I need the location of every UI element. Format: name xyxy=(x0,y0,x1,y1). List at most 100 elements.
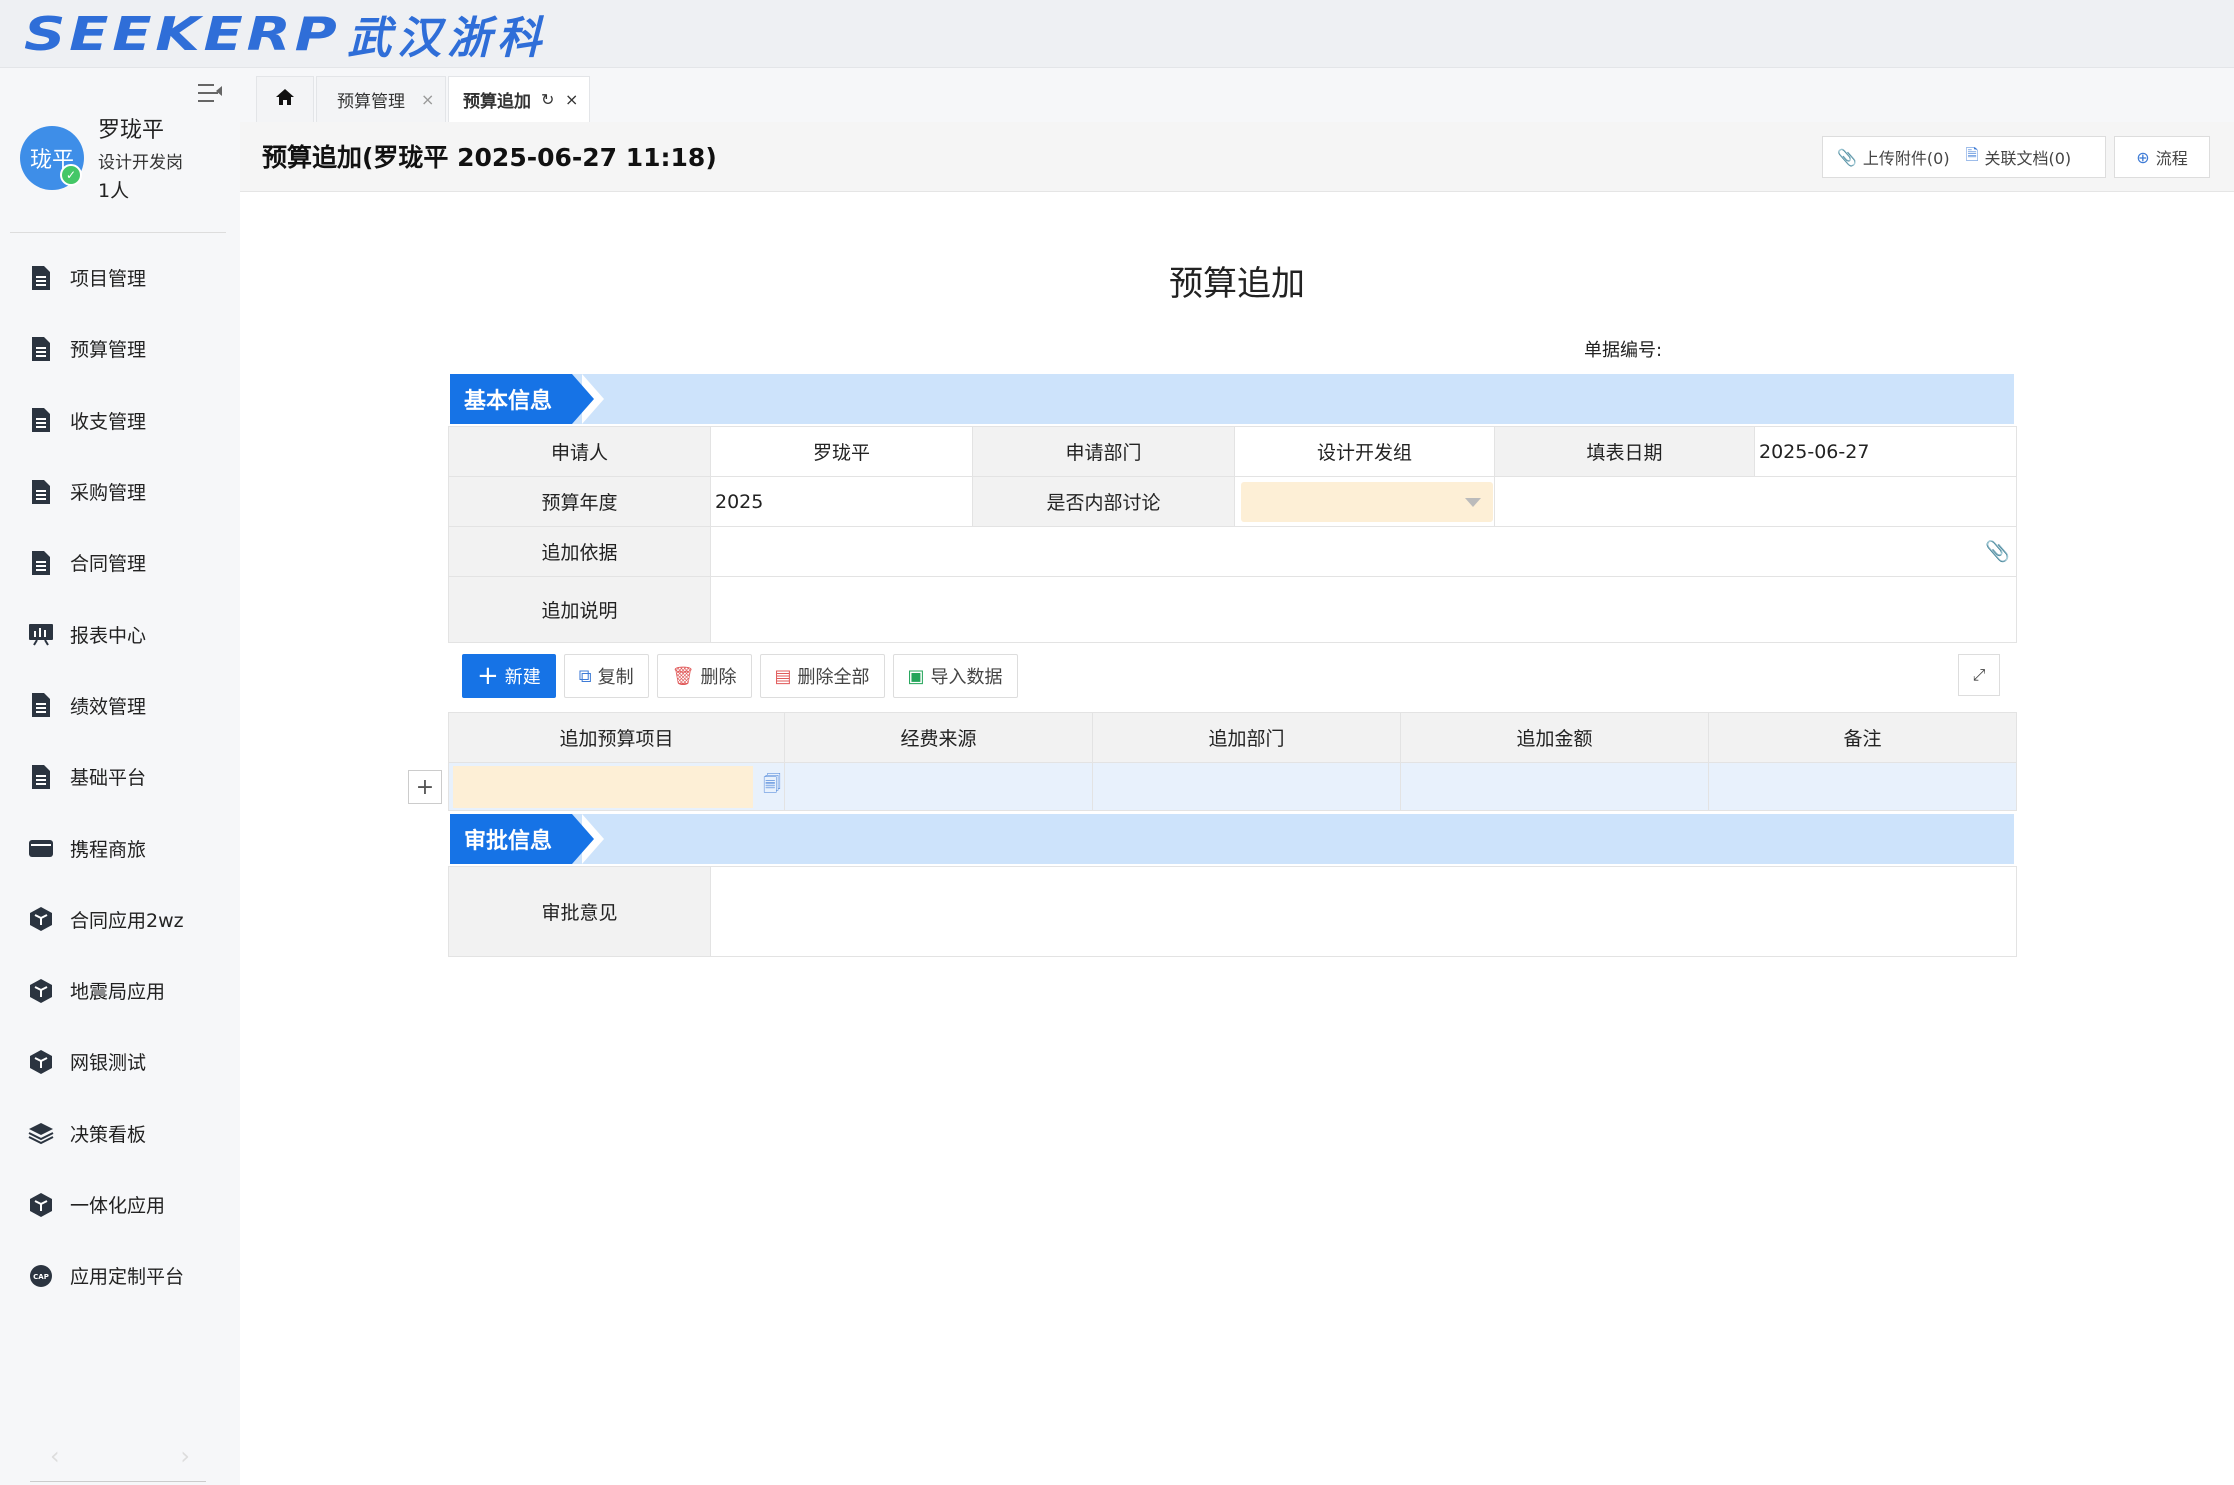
sidebar-bottom-divider xyxy=(30,1481,206,1482)
new-label: 新建 xyxy=(504,667,541,688)
upload-attachment-button[interactable]: 📎 上传附件(0) xyxy=(1823,137,1958,177)
add-row-button[interactable]: + xyxy=(408,770,442,804)
home-icon xyxy=(275,88,295,111)
fullscreen-button[interactable]: ⤢ xyxy=(1958,654,2000,696)
sidebar-item-label: 网银测试 xyxy=(70,1052,147,1075)
close-icon[interactable]: × xyxy=(421,90,434,109)
delete-button[interactable]: 🗑 删除 xyxy=(656,654,752,698)
sidebar-item-label: 项目管理 xyxy=(70,268,147,291)
refresh-icon[interactable]: ↻ xyxy=(541,90,554,109)
approval-table: 审批意见 xyxy=(448,866,2017,957)
sidebar-item-label: 决策看板 xyxy=(70,1123,147,1146)
sidebar-item-label: 携程商旅 xyxy=(70,838,147,861)
sidebar-pager: ‹ › xyxy=(50,1442,190,1470)
tab-label: 预算管理 xyxy=(337,92,405,112)
year-label: 预算年度 xyxy=(448,476,711,527)
cube-icon xyxy=(28,978,54,1004)
section-approval-info: 审批信息 xyxy=(450,814,2014,864)
budget-item-input[interactable] xyxy=(453,765,753,808)
sidebar-item-base-platform[interactable]: 基础平台 xyxy=(0,741,240,812)
sidebar-item-label: 一体化应用 xyxy=(70,1195,166,1217)
document-icon xyxy=(28,336,54,362)
document-icon xyxy=(28,265,54,291)
date-label: 填表日期 xyxy=(1494,426,1755,477)
remark-cell[interactable] xyxy=(1708,762,2017,811)
sidebar-item-income-expense[interactable]: 收支管理 xyxy=(0,385,240,456)
copy-button[interactable]: ⧉ 复制 xyxy=(563,654,649,698)
applicant-label: 申请人 xyxy=(448,426,711,477)
year-field[interactable]: 2025 xyxy=(710,476,973,527)
sidebar-item-label: 合同管理 xyxy=(70,553,147,576)
sidebar-item-label: 应用定制平台 xyxy=(70,1266,185,1289)
new-button[interactable]: + 新建 xyxy=(462,654,556,698)
internal-discussion-select[interactable] xyxy=(1241,481,1493,522)
flow-button[interactable]: ⊕ 流程 xyxy=(2114,136,2210,178)
sidebar-item-project[interactable]: 项目管理 xyxy=(0,242,240,313)
document-icon xyxy=(28,407,54,433)
tab-bar: 预算管理 × 预算追加 ↻ × xyxy=(240,68,2234,122)
funding-source-cell[interactable] xyxy=(784,762,1093,811)
sidebar-item-ebank-test[interactable]: 网银测试 xyxy=(0,1026,240,1097)
sidebar-item-purchase[interactable]: 采购管理 xyxy=(0,456,240,527)
svg-text:CAP: CAP xyxy=(33,1273,49,1281)
grid-col-remark: 备注 xyxy=(1708,712,2017,763)
sidebar-item-label: 基础平台 xyxy=(70,767,147,790)
logo-cn-text: 武汉浙科 xyxy=(347,13,548,64)
sidebar-item-seismic-app[interactable]: 地震局应用 xyxy=(0,955,240,1026)
grid-col-budget-item: 追加预算项目 xyxy=(448,712,785,763)
flow-label: 流程 xyxy=(2155,149,2188,168)
sidebar-item-contract-app[interactable]: 合同应用2wz xyxy=(0,884,240,955)
sidebar-item-label: 绩效管理 xyxy=(70,695,147,718)
sidebar-item-reports[interactable]: 报表中心 xyxy=(0,598,240,669)
sidebar-item-integrated-app[interactable]: 一体化应用 xyxy=(0,1169,240,1240)
basis-field[interactable]: 📎 xyxy=(710,526,2017,577)
basis-label: 追加依据 xyxy=(448,526,711,577)
sidebar-item-contract[interactable]: 合同管理 xyxy=(0,527,240,598)
user-profile[interactable]: 珑平 ✓ 罗珑平 设计开发岗 1人 xyxy=(18,112,228,232)
approval-field[interactable] xyxy=(710,866,2017,957)
cube-icon xyxy=(28,1192,54,1218)
grid-toolbar: + 新建 ⧉ 复制 🗑 删除 ▤ 删除全部 ▣ 导入数据 xyxy=(462,654,1026,698)
sidebar-item-label: 报表中心 xyxy=(70,624,147,647)
logo: SEEKERP 武汉浙科 xyxy=(24,7,547,64)
presentation-icon xyxy=(28,621,54,647)
detail-grid: 追加预算项目 经费来源 追加部门 追加金额 备注 🗐 xyxy=(448,712,2017,811)
paperclip-icon: 📎 xyxy=(1837,147,1857,167)
tab-home[interactable] xyxy=(256,76,314,122)
table-row: 🗐 xyxy=(448,762,2017,811)
excel-import-icon: ▣ xyxy=(907,665,925,687)
sidebar-item-budget[interactable]: 预算管理 xyxy=(0,313,240,384)
dept-cell[interactable] xyxy=(1092,762,1401,811)
date-field[interactable]: 2025-06-27 xyxy=(1754,426,2017,477)
chevron-right-icon[interactable]: › xyxy=(180,1442,190,1470)
description-label: 追加说明 xyxy=(448,576,711,643)
tab-label: 预算追加 xyxy=(463,92,531,112)
picker-icon[interactable]: 🗐 xyxy=(763,772,781,802)
sidebar-item-performance[interactable]: 绩效管理 xyxy=(0,670,240,741)
document-link-icon: 🗎 xyxy=(1965,144,1979,164)
delete-all-button[interactable]: ▤ 删除全部 xyxy=(759,654,885,698)
internal-discussion-label: 是否内部讨论 xyxy=(972,476,1235,527)
expand-icon: ⤢ xyxy=(1972,665,1986,684)
sidebar: 珑平 ✓ 罗珑平 设计开发岗 1人 项目管理 预算管理 收支管理 采购管理 合同… xyxy=(0,68,240,1485)
import-data-button[interactable]: ▣ 导入数据 xyxy=(892,654,1018,698)
user-name: 罗珑平 xyxy=(98,118,165,143)
document-icon xyxy=(28,550,54,576)
paperclip-icon[interactable]: 📎 xyxy=(1985,539,2010,563)
import-label: 导入数据 xyxy=(930,667,1003,688)
close-icon[interactable]: × xyxy=(565,90,578,109)
sidebar-item-dashboard[interactable]: 决策看板 xyxy=(0,1098,240,1169)
amount-cell[interactable] xyxy=(1400,762,1709,811)
chevron-left-icon[interactable]: ‹ xyxy=(50,1442,60,1470)
user-role: 设计开发岗 xyxy=(98,153,183,173)
sidebar-collapse-icon[interactable] xyxy=(198,82,226,106)
cube-icon xyxy=(28,906,54,932)
approval-label: 审批意见 xyxy=(448,866,711,957)
sidebar-item-app-customization[interactable]: CAP 应用定制平台 xyxy=(0,1240,240,1311)
tab-budget-management[interactable]: 预算管理 × xyxy=(316,76,446,122)
tab-budget-addition[interactable]: 预算追加 ↻ × xyxy=(448,76,590,122)
related-docs-button[interactable]: 🗎 关联文档(0) xyxy=(1958,137,2080,177)
form-title: 预算追加 xyxy=(1169,264,1305,304)
sidebar-item-ctrip[interactable]: 携程商旅 xyxy=(0,812,240,883)
description-field[interactable] xyxy=(710,576,2017,643)
